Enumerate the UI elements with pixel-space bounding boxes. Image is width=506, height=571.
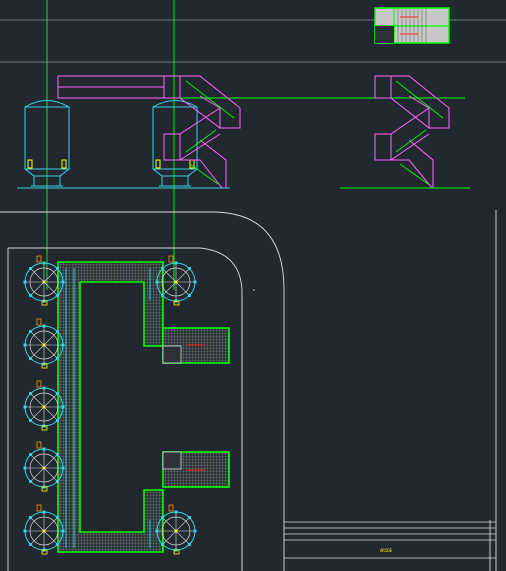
- tank-elevation-right: [152, 100, 198, 187]
- stair-elevation-right: [374, 75, 450, 189]
- stair-elevation-left: [163, 75, 241, 189]
- point-marker: [253, 289, 255, 291]
- walkway-plan: [57, 261, 230, 553]
- platform-handrail: [57, 75, 165, 99]
- grid-axis-lines: [46, 0, 175, 290]
- cad-drawing-canvas[interactable]: ARIDE: [0, 0, 506, 571]
- elevation-view: [17, 75, 470, 189]
- stair-plan-symbol: [374, 7, 450, 44]
- tank-plan-group: [23, 255, 197, 555]
- annotation-label: ARIDE: [380, 548, 393, 553]
